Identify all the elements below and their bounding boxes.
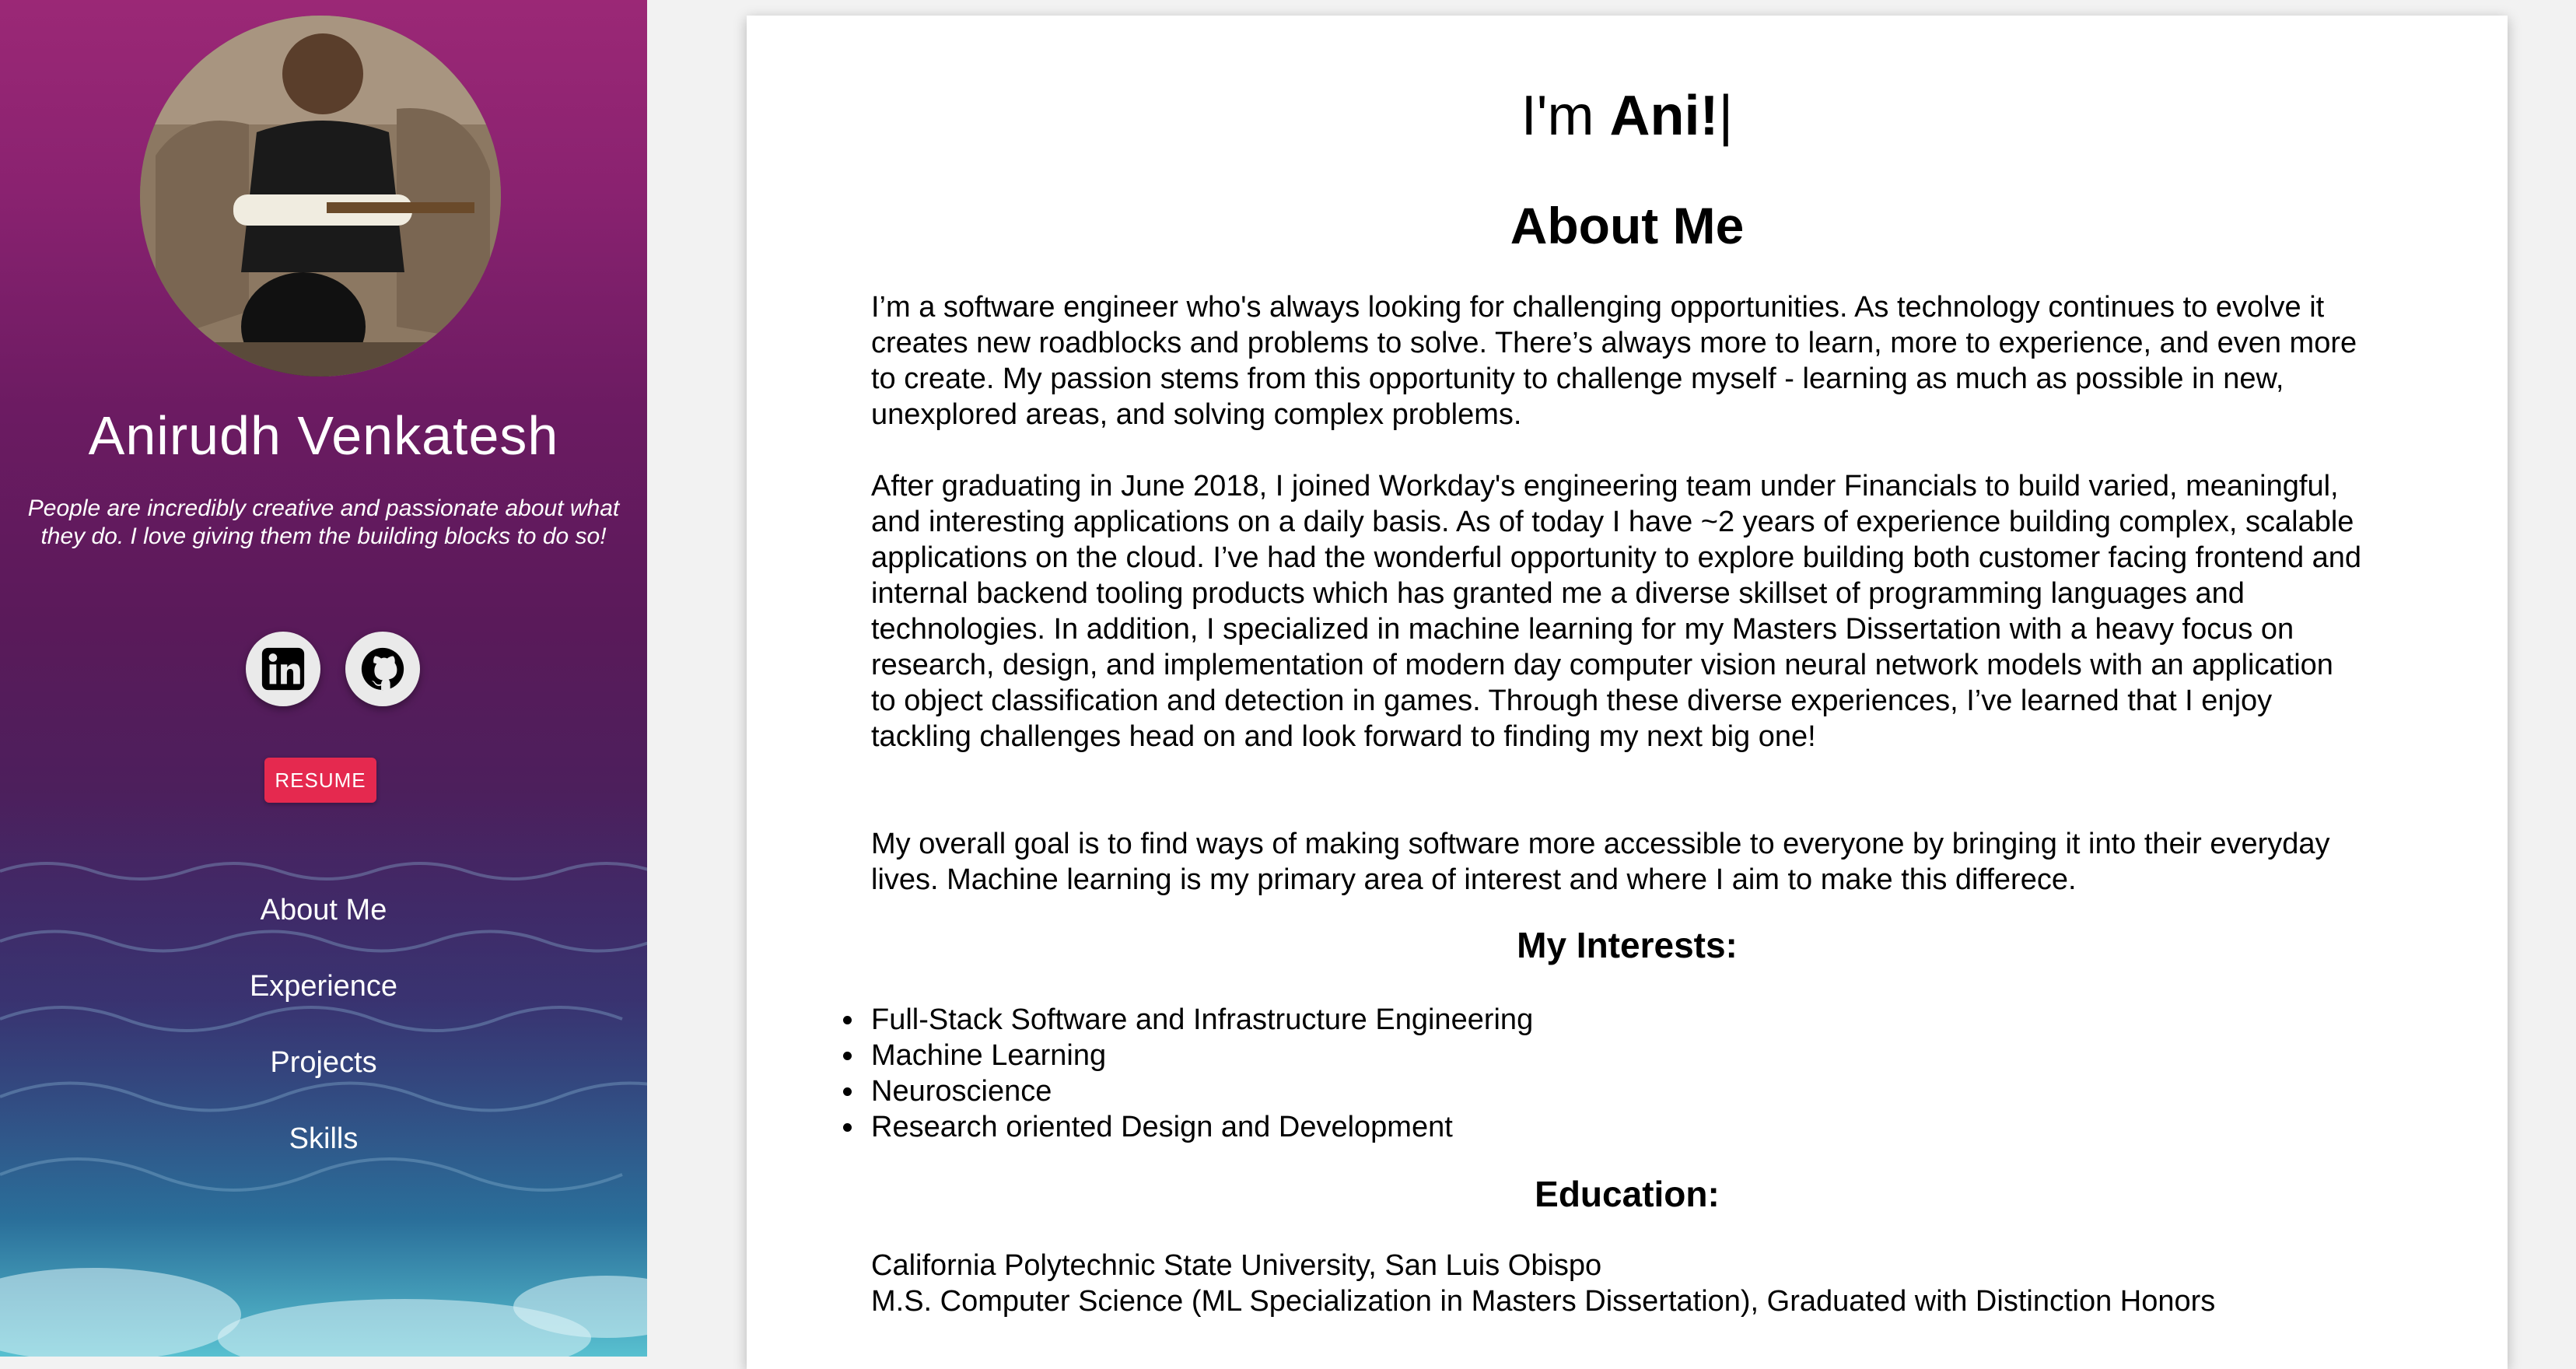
resume-button[interactable]: RESUME (264, 758, 376, 803)
profile-photo (140, 16, 501, 376)
nav-item-about-me[interactable]: About Me (0, 887, 647, 963)
greeting-heading: I'm Ani!| (747, 84, 2508, 148)
about-paragraph-3: My overall goal is to find ways of makin… (871, 828, 2330, 896)
github-button[interactable] (345, 632, 420, 706)
nav-item-skills[interactable]: Skills (0, 1115, 647, 1192)
typing-cursor: | (1718, 85, 1734, 147)
linkedin-button[interactable] (246, 632, 320, 706)
interest-item: Research oriented Design and Development (842, 1109, 1533, 1145)
education-degree: M.S. Computer Science (ML Specialization… (871, 1285, 2216, 1318)
interests-list: Full-Stack Software and Infrastructure E… (842, 1002, 1534, 1145)
interest-item: Full-Stack Software and Infrastructure E… (842, 1003, 1534, 1036)
education-school: California Polytechnic State University,… (871, 1249, 1602, 1282)
sidebar-nav: About Me Experience Projects Skills (0, 887, 647, 1192)
profile-name: Anirudh Venkatesh (88, 405, 559, 466)
profile-photo-illustration (140, 16, 501, 376)
nav-item-projects[interactable]: Projects (0, 1039, 647, 1115)
greeting-prefix: I'm (1521, 85, 1610, 147)
education-title: Education: (1535, 1174, 1720, 1214)
interest-item: Machine Learning (842, 1038, 1533, 1073)
sidebar: Anirudh Venkatesh People are incredibly … (0, 0, 647, 1357)
interest-item: Neuroscience (842, 1073, 1533, 1109)
about-paragraph-1: I’m a software engineer who's always loo… (871, 291, 2357, 431)
linkedin-icon (261, 647, 305, 691)
interests-title: My Interests: (1517, 925, 1738, 965)
about-me-title: About Me (1510, 197, 1745, 254)
profile-tagline: People are incredibly creative and passi… (27, 495, 620, 549)
education-details: California Polytechnic State University,… (871, 1248, 2215, 1319)
about-paragraph-2: After graduating in June 2018, I joined … (871, 470, 2362, 753)
content-card: I'm Ani!| About Me I’m a software engine… (747, 16, 2508, 1369)
greeting-name: Ani! (1609, 85, 1719, 147)
github-icon (361, 647, 404, 691)
nav-item-experience[interactable]: Experience (0, 963, 647, 1039)
